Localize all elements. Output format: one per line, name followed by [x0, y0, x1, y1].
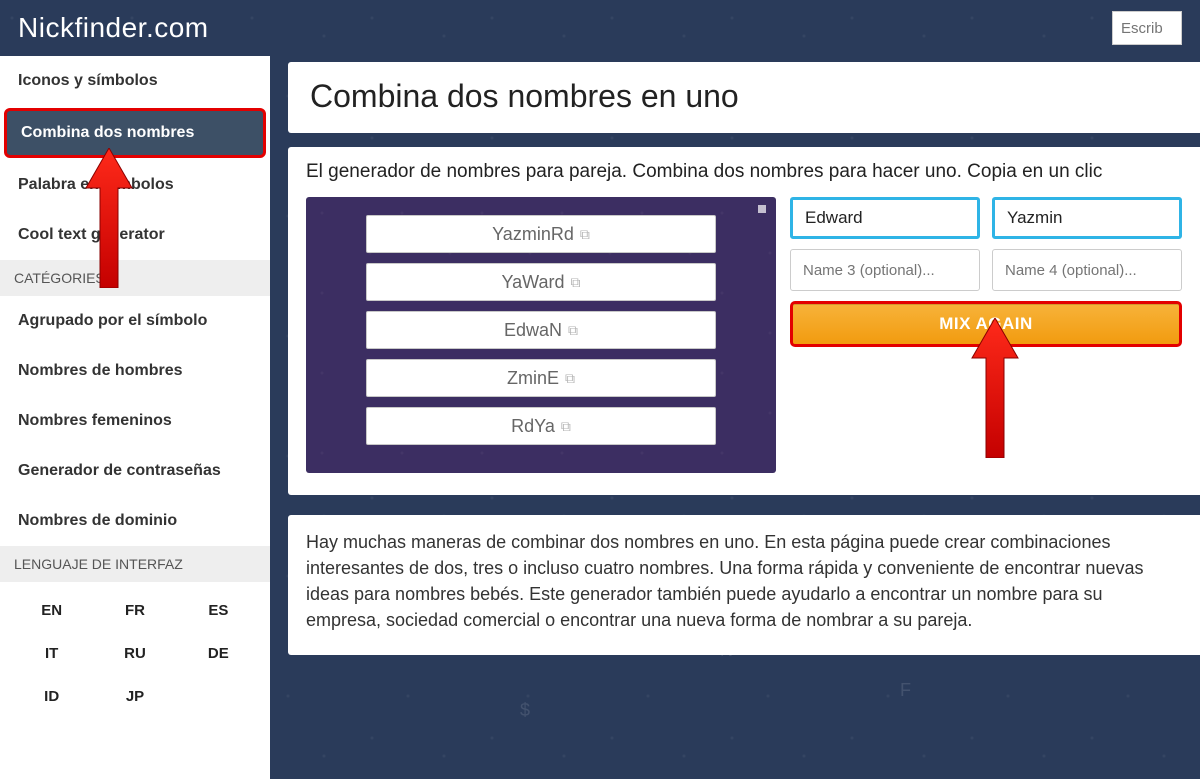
- copy-icon: ⧉: [571, 274, 581, 291]
- result-item[interactable]: YaWard ⧉: [366, 263, 716, 301]
- name3-input[interactable]: [790, 249, 980, 291]
- name4-input[interactable]: [992, 249, 1182, 291]
- lang-jp[interactable]: JP: [95, 678, 174, 715]
- lang-de[interactable]: DE: [179, 635, 258, 672]
- language-grid: EN FR ES IT RU DE ID JP: [0, 582, 270, 719]
- sidebar-item-combine[interactable]: Combina dos nombres: [4, 108, 266, 158]
- sidebar: Iconos y símbolos Combina dos nombres Pa…: [0, 56, 270, 779]
- result-text: YazminRd: [492, 224, 574, 245]
- sidebar-item-icons[interactable]: Iconos y símbolos: [0, 56, 270, 106]
- sidebar-item-domains[interactable]: Nombres de dominio: [0, 496, 270, 546]
- lang-fr[interactable]: FR: [95, 592, 174, 629]
- results-panel: YazminRd ⧉ YaWard ⧉ EdwaN ⧉ ZminE ⧉: [306, 197, 776, 473]
- page-title: Combina dos nombres en uno: [310, 78, 1178, 115]
- main-content: Combina dos nombres en uno El generador …: [270, 56, 1200, 779]
- sidebar-item-passwords[interactable]: Generador de contraseñas: [0, 446, 270, 496]
- generator-card: El generador de nombres para pareja. Com…: [288, 147, 1200, 495]
- result-text: EdwaN: [504, 320, 562, 341]
- result-text: ZminE: [507, 368, 559, 389]
- sidebar-item-cooltext[interactable]: Cool text generator: [0, 210, 270, 260]
- sidebar-section-categories: CATÉGORIES: [0, 260, 270, 296]
- description-text: Hay muchas maneras de combinar dos nombr…: [306, 529, 1182, 633]
- sidebar-item-word-symbols[interactable]: Palabra en símbolos: [0, 160, 270, 210]
- sidebar-item-grouped[interactable]: Agrupado por el símbolo: [0, 296, 270, 346]
- panel-marker-icon: [758, 205, 766, 213]
- header: Nickfinder.com: [0, 0, 1200, 56]
- copy-icon: ⧉: [561, 418, 571, 435]
- copy-icon: ⧉: [568, 322, 578, 339]
- lang-id[interactable]: ID: [12, 678, 91, 715]
- description-card: Hay muchas maneras de combinar dos nombr…: [288, 515, 1200, 655]
- lang-en[interactable]: EN: [12, 592, 91, 629]
- page-title-card: Combina dos nombres en uno: [288, 62, 1200, 133]
- copy-icon: ⧉: [565, 370, 575, 387]
- result-item[interactable]: RdYa ⧉: [366, 407, 716, 445]
- generator-subtitle: El generador de nombres para pareja. Com…: [306, 161, 1182, 183]
- result-item[interactable]: YazminRd ⧉: [366, 215, 716, 253]
- result-item[interactable]: EdwaN ⧉: [366, 311, 716, 349]
- name1-input[interactable]: [790, 197, 980, 239]
- mix-again-button[interactable]: MIX AGAIN: [790, 301, 1182, 347]
- lang-ru[interactable]: RU: [95, 635, 174, 672]
- site-logo[interactable]: Nickfinder.com: [18, 12, 209, 44]
- sidebar-item-female-names[interactable]: Nombres femeninos: [0, 396, 270, 446]
- copy-icon: ⧉: [580, 226, 590, 243]
- lang-empty: [179, 678, 258, 715]
- inputs-column: MIX AGAIN: [790, 197, 1182, 473]
- search-input[interactable]: [1112, 11, 1182, 45]
- sidebar-item-male-names[interactable]: Nombres de hombres: [0, 346, 270, 396]
- result-text: RdYa: [511, 416, 555, 437]
- result-text: YaWard: [501, 272, 564, 293]
- result-item[interactable]: ZminE ⧉: [366, 359, 716, 397]
- lang-es[interactable]: ES: [179, 592, 258, 629]
- sidebar-section-language: LENGUAJE DE INTERFAZ: [0, 546, 270, 582]
- name2-input[interactable]: [992, 197, 1182, 239]
- lang-it[interactable]: IT: [12, 635, 91, 672]
